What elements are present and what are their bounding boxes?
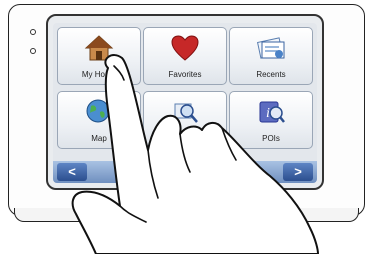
pointing-hand-illustration: [71, 54, 319, 254]
